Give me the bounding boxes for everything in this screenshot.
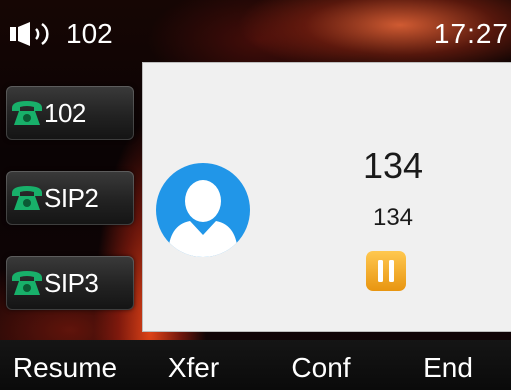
call-panel: 134 134 [142, 62, 511, 332]
pause-icon [366, 251, 406, 291]
phone-icon [12, 186, 42, 210]
line-key-102[interactable]: 102 [6, 86, 134, 140]
phone-icon [12, 271, 42, 295]
conf-softkey[interactable]: Conf [257, 350, 385, 386]
speaker-icon [10, 22, 49, 46]
end-softkey[interactable]: End [385, 350, 511, 386]
caller-name: 134 [362, 145, 424, 186]
line-key-label: 102 [44, 98, 86, 128]
line-key-sip3[interactable]: SIP3 [6, 256, 134, 310]
resume-softkey[interactable]: Resume [0, 350, 130, 386]
line-key-label: SIP3 [44, 268, 99, 298]
clock: 17:27 [433, 18, 509, 49]
caller-number: 134 [372, 204, 414, 231]
line-key-label: SIP2 [44, 183, 99, 213]
softkey-bar: Resume Xfer Conf End [0, 340, 511, 390]
line-key-sip2[interactable]: SIP2 [6, 171, 134, 225]
xfer-softkey[interactable]: Xfer [130, 350, 257, 386]
contact-avatar-icon [156, 163, 250, 257]
status-bar: 102 17:27 [0, 0, 511, 56]
phone-icon [12, 101, 42, 125]
account-label: 102 [66, 18, 113, 49]
